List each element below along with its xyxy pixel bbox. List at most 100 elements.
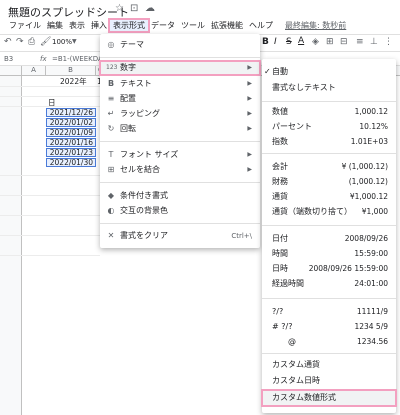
menu-item-alternating-colors[interactable]: ◐ 交互の背景色: [100, 204, 260, 218]
chevron-down-icon: ▼: [72, 38, 77, 45]
alternating-colors-icon: ◐: [107, 206, 115, 215]
menu-divider: [100, 57, 260, 58]
date-cell[interactable]: 2021/12/26: [46, 108, 96, 117]
row-header-column: [0, 76, 22, 415]
menu-item-text[interactable]: B テキスト ▶: [100, 77, 260, 91]
zoom-select[interactable]: 100%: [52, 38, 72, 46]
submenu-arrow-icon: ▶: [247, 110, 252, 117]
menu-data[interactable]: データ: [148, 20, 178, 31]
bold-icon: B: [107, 79, 115, 88]
date-cell[interactable]: 2022/01/02: [46, 118, 96, 127]
name-box[interactable]: B3: [4, 55, 13, 63]
date-cell[interactable]: 2022/01/23: [46, 148, 96, 157]
grid-row-line: [0, 255, 100, 256]
number-item-mixed-fraction[interactable]: # ?/? 1234 5/9: [262, 320, 396, 334]
menu-divider: [262, 353, 396, 354]
column-header-b[interactable]: B: [46, 66, 96, 76]
check-icon: ✓: [264, 67, 271, 76]
cell-header-day[interactable]: 日: [48, 98, 68, 107]
menu-edit[interactable]: 編集: [44, 20, 66, 31]
menu-tools[interactable]: ツール: [178, 20, 208, 31]
fill-color-icon[interactable]: ◈: [312, 37, 319, 47]
menu-item-theme[interactable]: ◎ テーマ: [100, 38, 260, 52]
strikethrough-icon[interactable]: S: [286, 37, 292, 47]
menu-item-conditional-format[interactable]: ◆ 条件付き書式: [100, 189, 260, 203]
menu-insert[interactable]: 挿入: [88, 20, 110, 31]
rotate-icon: ↻: [107, 124, 115, 133]
cloud-status-icon[interactable]: ☁: [145, 3, 155, 14]
menu-divider: [100, 182, 260, 183]
shortcut-text: Ctrl+\: [231, 232, 252, 240]
bold-icon[interactable]: B: [262, 37, 269, 47]
grid-row-line: [0, 215, 100, 216]
align-icon: ≡: [107, 94, 115, 103]
paint-format-icon[interactable]: 🖌: [40, 37, 51, 47]
fx-icon: fx: [40, 55, 47, 63]
number-item-text-at[interactable]: @ 1234.56: [262, 335, 396, 349]
number-item-financial[interactable]: 財務 (1,000.12): [262, 175, 396, 189]
number-item-accounting[interactable]: 会計 ¥ (1,000.12): [262, 160, 396, 174]
menu-view[interactable]: 表示: [66, 20, 88, 31]
menu-item-clear-format[interactable]: ✕ 書式をクリア Ctrl+\: [100, 229, 260, 243]
grid-row-line: [0, 195, 100, 196]
cell-year[interactable]: 2022年: [60, 77, 90, 86]
undo-icon[interactable]: ↶: [4, 37, 12, 47]
number-item-currency-rounded[interactable]: 通貨（端数切り捨て） ¥1,000: [262, 205, 396, 219]
number-format-icon: 123: [106, 64, 118, 71]
last-edit-link[interactable]: 最終編集: 数秒前: [282, 20, 349, 31]
menu-file[interactable]: ファイル: [6, 20, 44, 31]
menu-divider: [262, 101, 396, 102]
format-menu: ◎ テーマ 123 数字 ▶ B テキスト ▶ ≡ 配置 ▶ ↵ ラッピング ▶…: [99, 34, 261, 248]
menu-divider: [262, 225, 396, 226]
menu-item-merge-cells[interactable]: ⊞ セルを結合 ▶: [100, 163, 260, 177]
number-item-duration[interactable]: 経過時間 24:01:00: [262, 277, 396, 291]
palette-icon: ◎: [107, 40, 115, 49]
menu-item-font-size[interactable]: T フォント サイズ ▶: [100, 148, 260, 162]
number-item-plain-text[interactable]: 書式なしテキスト: [262, 81, 396, 95]
number-item-percent[interactable]: パーセント 10.12%: [262, 120, 396, 134]
date-cell[interactable]: 2022/01/09: [46, 128, 96, 137]
menu-item-number[interactable]: 123 数字 ▶: [99, 60, 261, 76]
select-all-corner[interactable]: [0, 66, 22, 76]
borders-icon[interactable]: ⊞: [326, 37, 334, 47]
number-item-auto[interactable]: ✓ 自動: [262, 65, 396, 79]
number-item-custom-currency[interactable]: カスタム通貨: [262, 358, 396, 372]
align-icon[interactable]: ≡: [356, 37, 364, 47]
grid-row-line: [0, 235, 100, 236]
number-item-number[interactable]: 数値 1,000.12: [262, 105, 396, 119]
date-cell[interactable]: 2022/01/16: [46, 138, 96, 147]
column-header-a[interactable]: A: [22, 66, 46, 76]
number-item-datetime[interactable]: 日時 2008/09/26 15:59:00: [262, 262, 396, 276]
menu-help[interactable]: ヘルプ: [246, 20, 276, 31]
number-item-custom-datetime[interactable]: カスタム日時: [262, 374, 396, 388]
move-folder-icon[interactable]: ⊡: [130, 3, 138, 14]
menu-format[interactable]: 表示形式: [108, 17, 150, 33]
submenu-arrow-icon: ▶: [247, 125, 252, 132]
more-icon[interactable]: ⋮: [384, 37, 393, 47]
print-icon[interactable]: ⎙: [28, 37, 35, 47]
submenu-arrow-icon: ▶: [247, 151, 252, 158]
number-item-fraction[interactable]: ?/? 11111/9: [262, 305, 396, 319]
submenu-arrow-icon: ▶: [247, 64, 252, 71]
menu-item-rotate[interactable]: ↻ 回転 ▶: [100, 122, 260, 136]
italic-icon[interactable]: I: [274, 37, 277, 47]
merge-icon[interactable]: ⊟: [340, 37, 348, 47]
text-color-icon[interactable]: A: [298, 36, 304, 46]
grid-row-line: [0, 175, 100, 176]
number-item-scientific[interactable]: 指数 1.01E+03: [262, 135, 396, 149]
menu-extensions[interactable]: 拡張機能: [208, 20, 246, 31]
number-item-date[interactable]: 日付 2008/09/26: [262, 232, 396, 246]
number-item-time[interactable]: 時間 15:59:00: [262, 247, 396, 261]
date-cell[interactable]: 2022/01/30: [46, 158, 96, 167]
wrap-icon: ↵: [107, 109, 115, 118]
grid-row-line: [0, 86, 100, 87]
menu-item-wrapping[interactable]: ↵ ラッピング ▶: [100, 107, 260, 121]
star-icon[interactable]: ☆: [115, 3, 124, 14]
redo-icon[interactable]: ↷: [16, 37, 24, 47]
valign-icon[interactable]: ⊥: [370, 37, 378, 47]
menu-item-align[interactable]: ≡ 配置 ▶: [100, 92, 260, 106]
submenu-arrow-icon: ▶: [247, 80, 252, 87]
number-item-currency[interactable]: 通貨 ¥1,000.12: [262, 190, 396, 204]
font-size-icon: T: [108, 150, 114, 159]
number-item-custom-number-format[interactable]: カスタム数値形式: [261, 389, 397, 407]
